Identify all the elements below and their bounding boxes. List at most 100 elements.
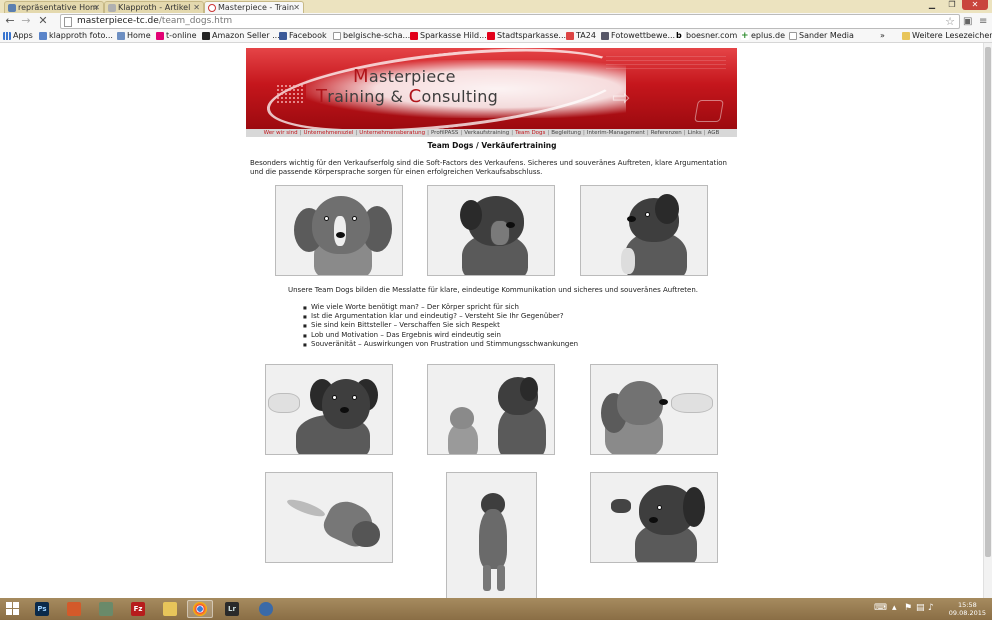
bookmark-facebook[interactable]: Facebook bbox=[279, 30, 327, 42]
dog-photo-8 bbox=[446, 472, 537, 598]
tab-representative[interactable]: repräsentative Hom ✕ bbox=[4, 1, 104, 13]
bookmark-ta24[interactable]: TA24 bbox=[566, 30, 596, 42]
explorer-folder-icon[interactable] bbox=[157, 600, 183, 618]
bookmark-stadtsparkasse[interactable]: Stadtsparkasse... bbox=[487, 30, 566, 42]
logo-line-2: Training & Consulting bbox=[316, 86, 499, 107]
dog-photo-7 bbox=[265, 472, 393, 563]
filezilla-icon[interactable]: Fz bbox=[125, 600, 151, 618]
maximize-icon[interactable]: ❐ bbox=[942, 0, 962, 10]
tab-strip: repräsentative Hom ✕ Klapproth - Artikel… bbox=[0, 0, 992, 13]
minimize-icon[interactable]: ▁ bbox=[922, 0, 942, 10]
scroll-thumb[interactable] bbox=[985, 47, 991, 557]
app-icon[interactable] bbox=[61, 600, 87, 618]
folder-icon bbox=[902, 32, 910, 40]
page-favicon-icon bbox=[108, 4, 116, 12]
page-icon bbox=[64, 17, 72, 27]
bookmark-klapproth[interactable]: klapproth foto... bbox=[39, 30, 113, 42]
page-content: Masterpiece Training & Consulting ⇨ Wer … bbox=[246, 48, 738, 177]
nav-unternehmensberatung[interactable]: Unternehmensberatung bbox=[359, 130, 425, 136]
nav-begleitung[interactable]: Begleitung bbox=[551, 130, 581, 136]
banner-dots bbox=[276, 84, 304, 104]
arrow-right-icon: ⇨ bbox=[612, 86, 631, 111]
team-dogs-text: Unsere Team Dogs bilden die Messlatte fü… bbox=[288, 286, 699, 294]
bookmark-t-online[interactable]: t-online bbox=[156, 30, 197, 42]
clock-time: 15:58 bbox=[958, 601, 977, 609]
address-bar[interactable]: masterpiece-tc.de/team_dogs.htm ☆ bbox=[60, 14, 960, 29]
bookmark-star-icon[interactable]: ☆ bbox=[945, 15, 955, 28]
t-online-icon bbox=[156, 32, 164, 40]
bookmarks-overflow[interactable]: » bbox=[880, 30, 885, 42]
ta24-icon bbox=[566, 32, 574, 40]
dog-photo-2 bbox=[427, 185, 555, 276]
tab-masterpiece[interactable]: Masterpiece - Train ✕ bbox=[204, 1, 304, 13]
vertical-scrollbar[interactable] bbox=[983, 43, 992, 598]
kk-icon bbox=[117, 32, 125, 40]
bookmarks-bar: Apps klapproth foto... Home t-online Ama… bbox=[0, 30, 992, 43]
bookmark-sparkasse[interactable]: Sparkasse Hild... bbox=[410, 30, 487, 42]
bookmark-belgische[interactable]: belgische-scha... bbox=[333, 30, 410, 42]
nav-profilpass[interactable]: ProfilPASS bbox=[431, 130, 458, 136]
bookmark-sander-media[interactable]: Sander Media bbox=[789, 30, 854, 42]
nav-team-dogs[interactable]: Team Dogs bbox=[515, 130, 545, 136]
browser-toolbar: ← → ✕ masterpiece-tc.de/team_dogs.htm ☆ … bbox=[0, 13, 992, 30]
close-icon[interactable]: ✕ bbox=[293, 2, 300, 13]
page-icon bbox=[333, 32, 341, 40]
url-path: /team_dogs.htm bbox=[158, 16, 233, 26]
dog-photo-9 bbox=[590, 472, 718, 563]
volume-icon[interactable]: ♪ bbox=[928, 603, 934, 613]
close-icon[interactable]: ✕ bbox=[193, 2, 200, 13]
tray-expand-icon[interactable]: ▴ bbox=[892, 603, 897, 613]
facebook-icon bbox=[279, 32, 287, 40]
list-item: Lob und Motivation – Das Ergebnis wird e… bbox=[303, 331, 578, 340]
bookmark-apps[interactable]: Apps bbox=[3, 30, 33, 42]
bookmark-home[interactable]: Home bbox=[117, 30, 151, 42]
header-banner: Masterpiece Training & Consulting ⇨ bbox=[246, 48, 737, 129]
list-item: Souveränität – Auswirkungen von Frustrat… bbox=[303, 340, 578, 349]
back-arrow-icon[interactable]: ← bbox=[3, 14, 17, 28]
chrome-icon[interactable] bbox=[187, 600, 213, 618]
page-title: Team Dogs / Verkäufertraining bbox=[427, 141, 557, 150]
nav-unternehmensziel[interactable]: Unternehmensziel bbox=[303, 130, 353, 136]
dog-photo-6 bbox=[590, 364, 718, 455]
bookmark-eplus[interactable]: + eplus.de bbox=[741, 30, 785, 42]
extension-icon[interactable]: ▣ bbox=[963, 15, 972, 28]
window-close-icon[interactable]: ✕ bbox=[962, 0, 988, 10]
dog-photo-4 bbox=[265, 364, 393, 455]
flag-icon[interactable]: ⚑ bbox=[904, 603, 912, 613]
app-icon[interactable] bbox=[93, 600, 119, 618]
logo-line-1: Masterpiece bbox=[353, 66, 456, 87]
nav-agb[interactable]: AGB bbox=[708, 130, 720, 136]
chip-icon bbox=[694, 100, 724, 122]
forward-arrow-icon[interactable]: → bbox=[19, 14, 33, 28]
boesner-icon: b bbox=[676, 32, 684, 40]
lightroom-icon[interactable]: Lr bbox=[219, 600, 245, 618]
network-icon[interactable]: ▤ bbox=[916, 603, 925, 613]
photoshop-icon[interactable]: Ps bbox=[29, 600, 55, 618]
bullet-list: Wie viele Worte benötigt man? – Der Körp… bbox=[303, 303, 578, 349]
menu-icon[interactable]: ≡ bbox=[979, 15, 987, 28]
apps-grid-icon bbox=[3, 32, 11, 40]
windows-start-icon[interactable] bbox=[6, 602, 20, 616]
kk-favicon-icon bbox=[8, 4, 16, 12]
tab-klapproth[interactable]: Klapproth - Artikel ✕ bbox=[104, 1, 204, 13]
nav-referenzen[interactable]: Referenzen bbox=[651, 130, 682, 136]
tab-title: repräsentative Hom bbox=[18, 3, 98, 12]
nav-wer-wir-sind[interactable]: Wer wir sind bbox=[264, 130, 298, 136]
loading-favicon-icon bbox=[208, 4, 216, 12]
nav-verkaufstraining[interactable]: Verkaufstraining bbox=[464, 130, 509, 136]
nav-interim-management[interactable]: Interim-Management bbox=[587, 130, 645, 136]
page-viewport: Masterpiece Training & Consulting ⇨ Wer … bbox=[0, 43, 992, 598]
list-item: Sie sind kein Bittsteller – Verschaffen … bbox=[303, 321, 578, 330]
nav-links[interactable]: Links bbox=[688, 130, 702, 136]
close-icon[interactable]: ✕ bbox=[93, 2, 100, 13]
bookmark-folder-more[interactable]: Weitere Lesezeichen bbox=[902, 30, 992, 42]
bookmark-amazon[interactable]: Amazon Seller ... bbox=[202, 30, 280, 42]
bookmark-fotowettbewerb[interactable]: Fotowettbewe... bbox=[601, 30, 675, 42]
clock[interactable]: 15:58 09.08.2015 bbox=[949, 601, 986, 617]
keyboard-icon[interactable]: ⌨ bbox=[874, 603, 887, 613]
bookmark-boesner[interactable]: b boesner.com bbox=[676, 30, 737, 42]
amazon-icon bbox=[202, 32, 210, 40]
url-text: masterpiece-tc.de/team_dogs.htm bbox=[77, 15, 232, 28]
close-loading-icon[interactable]: ✕ bbox=[36, 14, 50, 28]
app-icon[interactable] bbox=[253, 600, 279, 618]
